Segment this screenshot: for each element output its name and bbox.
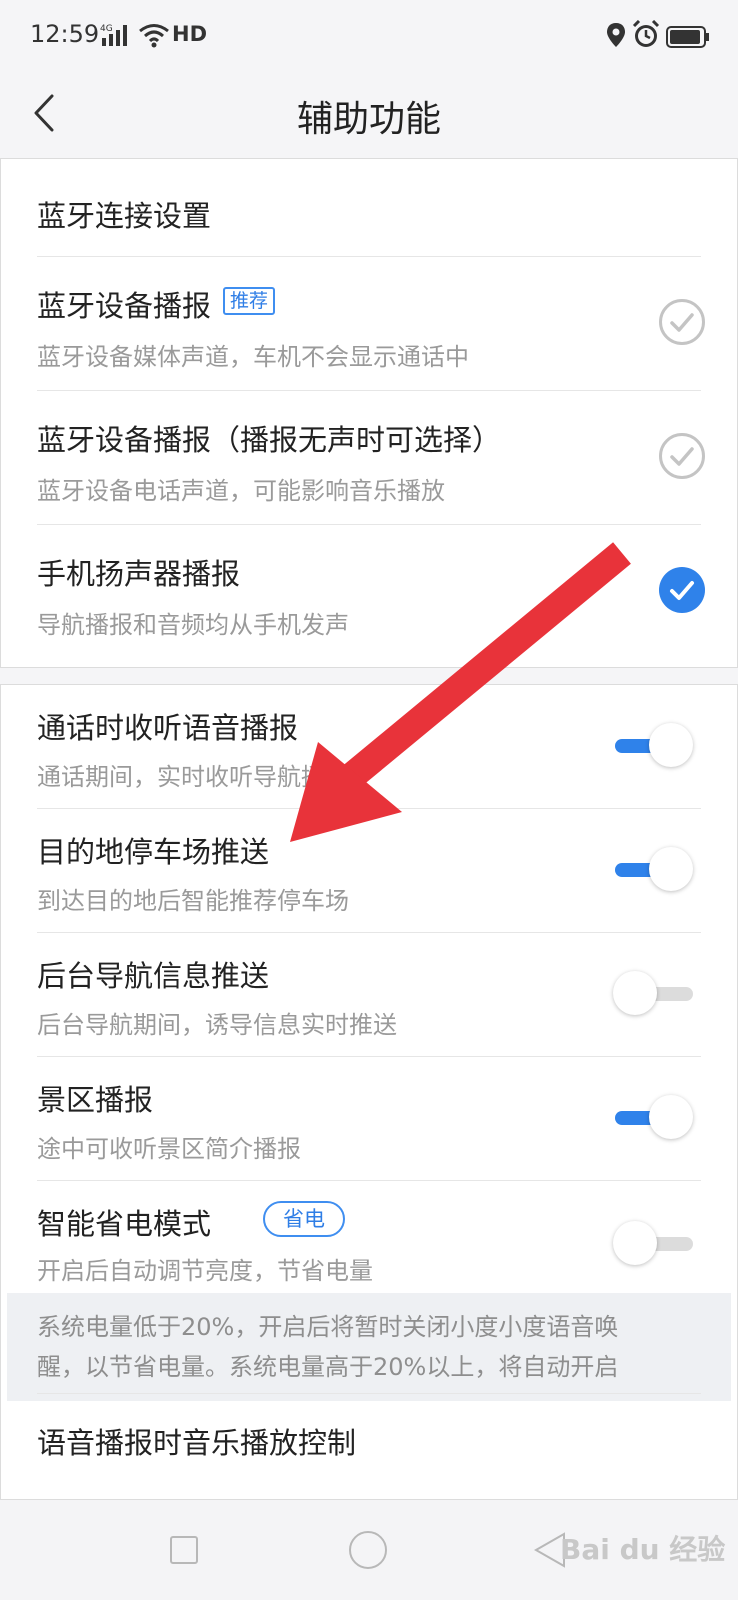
item-title: 语音播报时音乐播放控制	[37, 1426, 357, 1460]
check-icon	[670, 581, 694, 600]
option-bluetooth-media[interactable]: 蓝牙设备播报 推荐 蓝牙设备媒体声道，车机不会显示通话中	[37, 257, 705, 391]
feature-toggles-card: 通话时收听语音播报 通话期间，实时收听导航播报 目的地停车场推送 到达目的地后智…	[0, 684, 738, 1500]
option-bluetooth-phone[interactable]: 蓝牙设备播报（播报无声时可选择） 蓝牙设备电话声道，可能影响音乐播放	[37, 391, 705, 525]
check-icon	[670, 447, 694, 466]
music-control-item[interactable]: 语音播报时音乐播放控制	[37, 1393, 701, 1501]
toggle-subtitle: 开启后自动调节亮度，节省电量	[37, 1257, 373, 1285]
status-bar: 12:59 4G HD	[0, 0, 738, 74]
option-subtitle: 蓝牙设备电话声道，可能影响音乐播放	[37, 477, 445, 505]
home-button[interactable]	[349, 1531, 387, 1569]
toggle-title: 智能省电模式	[37, 1207, 212, 1241]
option-subtitle: 蓝牙设备媒体声道，车机不会显示通话中	[37, 343, 469, 371]
status-time: 12:59	[30, 20, 100, 48]
option-title: 手机扬声器播报	[37, 557, 241, 591]
toggle-switch[interactable]	[611, 845, 695, 895]
power-saving-note: 系统电量低于20%，开启后将暂时关闭小度小度语音唤 醒，以节省电量。系统电量高于…	[7, 1293, 731, 1401]
power-save-badge: 省电	[263, 1201, 345, 1237]
toggle-switch[interactable]	[611, 1219, 695, 1269]
radio-check[interactable]	[659, 433, 705, 479]
toggle-row-scenic: 景区播报 途中可收听景区简介播报	[37, 1057, 701, 1181]
network-type: 4G	[100, 24, 113, 34]
section-heading: 蓝牙连接设置	[37, 199, 212, 233]
toggle-row-background-push: 后台导航信息推送 后台导航期间，诱导信息实时推送	[37, 933, 701, 1057]
note-line: 醒，以节省电量。系统电量高于20%以上，将自动开启	[37, 1353, 619, 1381]
option-title: 蓝牙设备播报（播报无声时可选择）	[37, 423, 502, 457]
wifi-label: HD	[172, 22, 208, 46]
toggle-switch[interactable]	[611, 969, 695, 1019]
toggle-row-parking-push: 目的地停车场推送 到达目的地后智能推荐停车场	[37, 809, 701, 933]
check-icon	[670, 313, 694, 332]
toggle-switch[interactable]	[611, 721, 695, 771]
toggle-subtitle: 途中可收听景区简介播报	[37, 1135, 301, 1163]
option-phone-speaker[interactable]: 手机扬声器播报 导航播报和音频均从手机发声	[37, 525, 705, 659]
toggle-title: 通话时收听语音播报	[37, 711, 299, 745]
toggle-row-call-listen: 通话时收听语音播报 通话期间，实时收听导航播报	[37, 685, 701, 809]
system-nav-bar: Bai du 经验	[0, 1500, 738, 1600]
recommend-badge: 推荐	[223, 287, 276, 315]
watermark-text: Bai du 经验	[560, 1533, 726, 1566]
toggle-row-power-saving: 智能省电模式 省电 开启后自动调节亮度，节省电量	[37, 1181, 701, 1285]
toggle-subtitle: 后台导航期间，诱导信息实时推送	[37, 1011, 397, 1039]
option-subtitle: 导航播报和音频均从手机发声	[37, 611, 349, 639]
location-icon	[606, 22, 626, 52]
radio-check[interactable]	[659, 299, 705, 345]
toggle-title: 后台导航信息推送	[37, 959, 270, 993]
note-line: 系统电量低于20%，开启后将暂时关闭小度小度语音唤	[37, 1313, 619, 1341]
toggle-title: 目的地停车场推送	[37, 835, 270, 869]
page-title: 辅助功能	[296, 99, 441, 140]
signal-icon: 4G	[100, 22, 132, 52]
alarm-icon	[632, 19, 660, 54]
toggle-subtitle: 到达目的地后智能推荐停车场	[37, 887, 349, 915]
option-title: 蓝牙设备播报	[37, 289, 212, 323]
battery-icon	[666, 26, 710, 52]
toggle-title: 景区播报	[37, 1083, 154, 1117]
bluetooth-section-header: 蓝牙连接设置	[37, 159, 701, 257]
app-header: 辅助功能	[0, 74, 738, 158]
bluetooth-settings-card: 蓝牙连接设置 蓝牙设备播报 推荐 蓝牙设备媒体声道，车机不会显示通话中 蓝牙设备…	[0, 158, 738, 668]
recent-apps-button[interactable]	[170, 1536, 198, 1564]
radio-check-selected[interactable]	[659, 567, 705, 613]
wifi-icon	[138, 22, 170, 52]
toggle-switch[interactable]	[611, 1093, 695, 1143]
toggle-subtitle: 通话期间，实时收听导航播报	[37, 763, 349, 791]
